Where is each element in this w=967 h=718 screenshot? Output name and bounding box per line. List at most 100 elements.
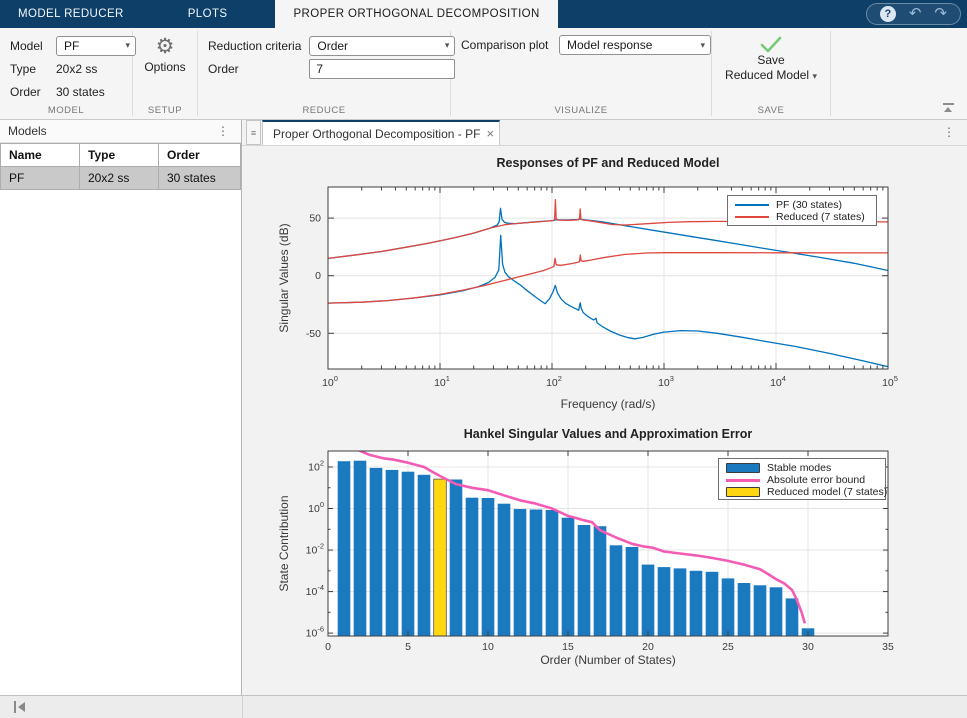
models-panel-title: Models bbox=[8, 124, 213, 138]
check-icon bbox=[760, 36, 782, 53]
chevron-down-icon: ▾ bbox=[700, 40, 705, 51]
legend-entry: Reduced model (7 states) bbox=[726, 486, 878, 498]
document-tab-bar: ≡ Proper Orthogonal Decomposition - PF ×… bbox=[242, 120, 967, 146]
save-reduced-model-button[interactable]: Save Reduced Model ▾ bbox=[725, 53, 817, 84]
model-dropdown[interactable]: PF ▾ bbox=[56, 36, 136, 56]
svg-text:Order (Number of States): Order (Number of States) bbox=[540, 653, 675, 667]
svg-text:100: 100 bbox=[322, 374, 338, 389]
ribbon-group-setup: ⚙ Options SETUP bbox=[133, 28, 197, 119]
group-caption-setup: SETUP bbox=[133, 105, 197, 116]
svg-text:Hankel Singular Values and App: Hankel Singular Values and Approximation… bbox=[464, 427, 753, 441]
docbar-menu-icon[interactable]: ⋮ bbox=[939, 125, 959, 139]
group-caption-model: MODEL bbox=[0, 105, 132, 116]
legend-label: Reduced (7 states) bbox=[776, 211, 865, 223]
redo-icon[interactable]: ↷ bbox=[934, 6, 947, 22]
tab-model-reducer[interactable]: MODEL REDUCER bbox=[0, 0, 142, 28]
reduction-criteria-dropdown[interactable]: Order ▾ bbox=[309, 36, 455, 56]
help-icon[interactable]: ? bbox=[880, 6, 896, 22]
ribbon-group-visualize: Comparison plot Model response ▾ VISUALI… bbox=[451, 28, 711, 119]
svg-text:0: 0 bbox=[315, 270, 321, 282]
column-header-order[interactable]: Order bbox=[159, 144, 241, 167]
model-label: Model bbox=[10, 39, 50, 53]
tab-plots[interactable]: PLOTS bbox=[170, 0, 246, 28]
reduction-criteria-label: Reduction criteria bbox=[208, 39, 301, 53]
toolstrip-tab-bar: MODEL REDUCER PLOTS PROPER ORTHOGONAL DE… bbox=[0, 0, 967, 28]
svg-text:Singular Values (dB): Singular Values (dB) bbox=[277, 223, 291, 332]
svg-text:-50: -50 bbox=[306, 328, 321, 340]
chevron-down-icon: ▾ bbox=[812, 71, 817, 81]
docbar-grip-icon[interactable]: ≡ bbox=[246, 120, 261, 145]
ribbon-group-reduce: Reduction criteria Order ▾ Order REDUCE bbox=[198, 28, 450, 119]
legend-line-swatch bbox=[735, 204, 769, 206]
options-button[interactable]: Options bbox=[144, 60, 185, 74]
svg-text:20: 20 bbox=[642, 641, 654, 653]
svg-text:104: 104 bbox=[770, 374, 786, 389]
kebab-menu-icon[interactable]: ⋮ bbox=[213, 124, 233, 138]
type-label: Type bbox=[10, 62, 50, 76]
svg-text:0: 0 bbox=[325, 641, 331, 653]
svg-text:103: 103 bbox=[658, 374, 674, 389]
save-button-line1: Save bbox=[725, 53, 817, 68]
close-icon[interactable]: × bbox=[486, 126, 494, 141]
chevron-down-icon: ▾ bbox=[445, 40, 450, 51]
table-row[interactable]: PF 20x2 ss 30 states bbox=[1, 167, 241, 190]
comparison-plot-value: Model response bbox=[567, 38, 696, 52]
column-header-type[interactable]: Type bbox=[80, 144, 159, 167]
legend-line-swatch bbox=[726, 479, 760, 482]
svg-text:10-2: 10-2 bbox=[306, 542, 324, 557]
svg-text:102: 102 bbox=[308, 458, 324, 473]
hankel-legend: Stable modes Absolute error bound Reduce… bbox=[718, 458, 886, 500]
legend-line-swatch bbox=[735, 216, 769, 218]
response-legend: PF (30 states) Reduced (7 states) bbox=[727, 195, 877, 226]
models-panel: Models ⋮ Name Type Order PF 20x2 ss 30 s… bbox=[0, 120, 242, 695]
document-area: ≡ Proper Orthogonal Decomposition - PF ×… bbox=[242, 120, 967, 695]
type-value: 20x2 ss bbox=[56, 62, 136, 76]
ribbon: Model PF ▾ Type 20x2 ss Order 30 states … bbox=[0, 28, 967, 120]
svg-text:Responses of PF and Reduced Mo: Responses of PF and Reduced Model bbox=[497, 156, 720, 170]
document-tab[interactable]: Proper Orthogonal Decomposition - PF × bbox=[262, 120, 500, 145]
ribbon-group-save: Save Reduced Model ▾ SAVE bbox=[712, 28, 830, 119]
collapse-left-panel-icon[interactable] bbox=[14, 701, 28, 713]
legend-entry: Stable modes bbox=[726, 462, 878, 474]
model-order-cell: 30 states bbox=[159, 167, 241, 190]
svg-text:102: 102 bbox=[546, 374, 562, 389]
svg-text:100: 100 bbox=[308, 500, 324, 515]
singular-values-chart: 100101102103104105500-50Responses of PF … bbox=[242, 146, 957, 421]
ribbon-group-model: Model PF ▾ Type 20x2 ss Order 30 states … bbox=[0, 28, 132, 119]
order-input[interactable] bbox=[309, 59, 455, 79]
model-type-cell: 20x2 ss bbox=[80, 167, 159, 190]
group-caption-reduce: REDUCE bbox=[198, 105, 450, 116]
legend-label: Stable modes bbox=[767, 462, 831, 474]
svg-text:10-4: 10-4 bbox=[306, 583, 324, 598]
undo-icon[interactable]: ↶ bbox=[909, 6, 922, 22]
order-value: 30 states bbox=[56, 85, 136, 99]
collapse-ribbon-icon[interactable] bbox=[942, 103, 955, 113]
model-dropdown-value: PF bbox=[64, 39, 121, 53]
svg-text:101: 101 bbox=[434, 374, 450, 389]
models-table: Name Type Order PF 20x2 ss 30 states bbox=[0, 143, 241, 190]
legend-bar-swatch bbox=[726, 487, 760, 497]
models-panel-header: Models ⋮ bbox=[0, 120, 241, 143]
tab-proper-orthogonal-decomposition[interactable]: PROPER ORTHOGONAL DECOMPOSITION bbox=[275, 0, 557, 28]
svg-text:35: 35 bbox=[882, 641, 894, 653]
legend-label: Reduced model (7 states) bbox=[767, 486, 887, 498]
column-header-name[interactable]: Name bbox=[1, 144, 80, 167]
reduce-order-label: Order bbox=[208, 62, 301, 76]
ribbon-tail bbox=[831, 28, 967, 119]
comparison-plot-dropdown[interactable]: Model response ▾ bbox=[559, 35, 711, 55]
model-reducer-app: MODEL REDUCER PLOTS PROPER ORTHOGONAL DE… bbox=[0, 0, 967, 718]
document-tab-label: Proper Orthogonal Decomposition - PF bbox=[273, 127, 480, 141]
legend-entry: Absolute error bound bbox=[726, 474, 878, 486]
svg-text:10-6: 10-6 bbox=[306, 625, 324, 640]
svg-text:Frequency (rad/s): Frequency (rad/s) bbox=[561, 397, 656, 411]
svg-text:5: 5 bbox=[405, 641, 411, 653]
svg-text:30: 30 bbox=[802, 641, 814, 653]
model-name-cell: PF bbox=[1, 167, 80, 190]
svg-text:105: 105 bbox=[882, 374, 898, 389]
svg-text:10: 10 bbox=[482, 641, 494, 653]
gear-icon[interactable]: ⚙ bbox=[156, 36, 175, 58]
figure-area: 100 101 102 103 104 105 5 0 0 -50 Responses of PF … bbox=[242, 146, 967, 695]
svg-text:25: 25 bbox=[722, 641, 734, 653]
svg-text:15: 15 bbox=[562, 641, 574, 653]
group-caption-visualize: VISUALIZE bbox=[451, 105, 711, 116]
